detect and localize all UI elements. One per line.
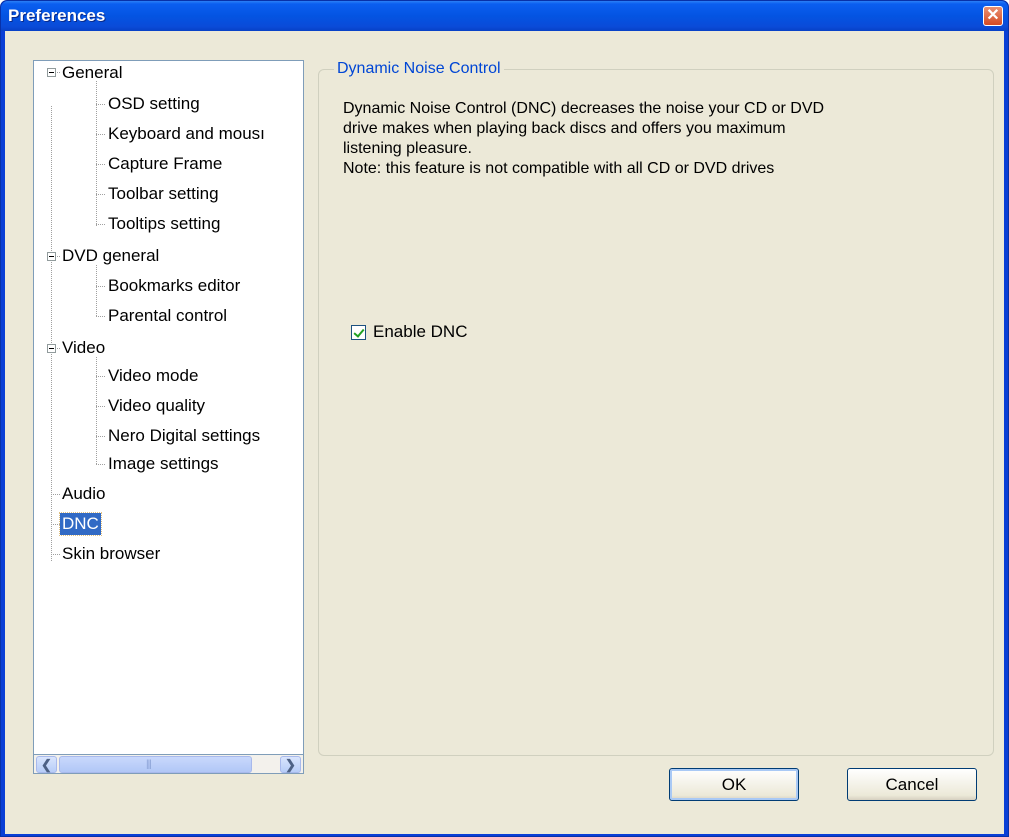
tree-item-osd-setting[interactable]: OSD setting xyxy=(106,93,202,115)
tree-item-nero-digital-settings[interactable]: Nero Digital settings xyxy=(106,425,262,447)
preferences-window: Preferences ✕ General OSD setting Keyboa… xyxy=(0,0,1009,837)
title-bar[interactable]: Preferences ✕ xyxy=(1,1,1008,31)
description-line: listening pleasure. xyxy=(343,140,472,157)
tree-item-general[interactable]: General xyxy=(60,62,124,84)
ok-button[interactable]: OK xyxy=(669,768,799,801)
dialog-client-area: General OSD setting Keyboard and mousı C… xyxy=(5,31,1004,834)
tree-item-bookmarks-editor[interactable]: Bookmarks editor xyxy=(106,275,242,297)
window-title: Preferences xyxy=(8,6,106,25)
tree-item-video-mode[interactable]: Video mode xyxy=(106,365,200,387)
tree-item-toolbar-setting[interactable]: Toolbar setting xyxy=(106,183,221,205)
tree-item-video[interactable]: Video xyxy=(60,337,107,359)
description-line: Dynamic Noise Control (DNC) decreases th… xyxy=(343,100,825,117)
collapse-icon[interactable] xyxy=(47,252,56,261)
tree-item-dnc[interactable]: DNC xyxy=(59,512,102,536)
scrollbar-thumb[interactable] xyxy=(59,756,252,773)
tree-item-tooltips-setting[interactable]: Tooltips setting xyxy=(106,213,222,235)
category-tree[interactable]: General OSD setting Keyboard and mousı C… xyxy=(33,60,304,755)
tree-item-audio[interactable]: Audio xyxy=(60,483,107,505)
tree-item-keyboard-and-mouse[interactable]: Keyboard and mousı xyxy=(106,123,267,145)
tree-item-parental-control[interactable]: Parental control xyxy=(106,305,229,327)
tree-item-image-settings[interactable]: Image settings xyxy=(106,453,221,475)
scroll-left-button[interactable]: ❮ xyxy=(36,756,57,773)
tree-item-capture-frame[interactable]: Capture Frame xyxy=(106,153,224,175)
description-line: drive makes when playing back discs and … xyxy=(343,120,786,137)
chevron-left-icon: ❮ xyxy=(41,757,52,772)
tree-item-video-quality[interactable]: Video quality xyxy=(106,395,207,417)
tree-horizontal-scrollbar[interactable]: ❮ ❯ xyxy=(33,755,304,774)
close-icon: ✕ xyxy=(986,7,1000,24)
tree-item-skin-browser[interactable]: Skin browser xyxy=(60,543,162,565)
description-line: Note: this feature is not compatible wit… xyxy=(343,160,775,177)
enable-dnc-checkbox[interactable] xyxy=(351,325,366,340)
scroll-right-button[interactable]: ❯ xyxy=(280,756,301,773)
chevron-right-icon: ❯ xyxy=(285,757,296,772)
close-button[interactable]: ✕ xyxy=(983,6,1003,26)
groupbox-title: Dynamic Noise Control xyxy=(334,59,504,79)
collapse-icon[interactable] xyxy=(47,344,56,353)
dnc-description: Dynamic Noise Control (DNC) decreases th… xyxy=(343,99,973,179)
enable-dnc-label[interactable]: Enable DNC xyxy=(373,322,468,342)
tree-item-dvd-general[interactable]: DVD general xyxy=(60,245,161,267)
collapse-icon[interactable] xyxy=(47,68,56,77)
cancel-button[interactable]: Cancel xyxy=(847,768,977,801)
